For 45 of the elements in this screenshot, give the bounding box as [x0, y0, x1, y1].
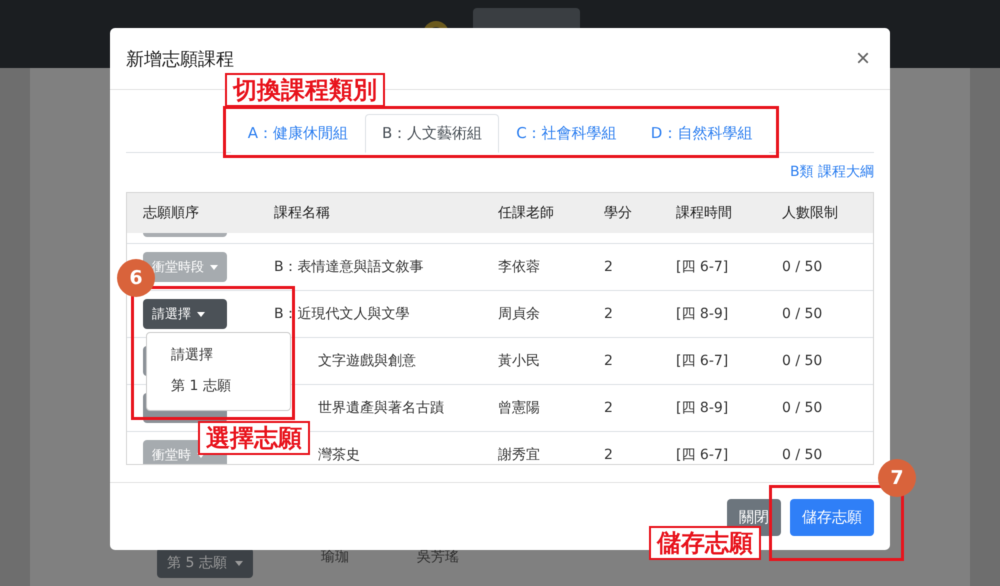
time-cell-text: [四 6-7]: [675, 258, 730, 276]
course-name: 灣茶史: [317, 446, 361, 464]
save-button[interactable]: 儲存志願: [790, 498, 874, 536]
credits-cell-text: 2: [603, 259, 614, 275]
menu-item[interactable]: 請選擇: [147, 339, 290, 370]
teacher-name: 周貞余: [497, 305, 541, 323]
credits-cell-text: 2: [603, 400, 614, 416]
limit-cell-text: 0 / 50: [781, 447, 824, 463]
course-name: B：近現代文人與文學: [273, 305, 411, 323]
teacher-name: 黃小民: [497, 352, 541, 370]
column-header: 課程名稱: [273, 204, 331, 222]
syllabus-link[interactable]: B類 課程大綱: [790, 163, 874, 181]
annotation-label: 儲存志願: [649, 526, 761, 560]
course-name: 瑜珈: [320, 548, 349, 566]
credits-cell-text: 2: [603, 306, 614, 322]
modal-title: 新增志願課程: [126, 48, 234, 70]
credits-cell-text: 2: [603, 447, 614, 463]
column-header: 課程時間: [675, 204, 733, 222]
time-cell-text: [四 6-7]: [675, 446, 730, 464]
menu-item[interactable]: 第 1 志願: [147, 370, 290, 401]
teacher-name: 吳芳瑤: [416, 548, 459, 566]
time-cell-text: [四 8-9]: [675, 399, 730, 417]
limit-cell-text: 0 / 50: [781, 353, 824, 369]
annotation-label: 切換課程類別: [225, 73, 385, 107]
teacher-name: 李依蓉: [497, 258, 541, 276]
limit-cell-text: 0 / 50: [781, 400, 824, 416]
course-name: 世界遺產與著名古蹟: [317, 399, 445, 417]
teacher-name: 曾憲陽: [497, 399, 541, 417]
annotation-label: 選擇志願: [198, 421, 310, 455]
dropdown-button[interactable]: 第 5 志願: [157, 548, 253, 578]
course-name: B：表情達意與語文敘事: [273, 258, 425, 276]
teacher-name: 謝秀宜: [497, 446, 541, 464]
limit-cell-text: 0 / 50: [781, 259, 824, 275]
limit-cell-text: 0 / 50: [781, 306, 824, 322]
time-cell-text: [四 8-9]: [675, 305, 730, 323]
column-header: 志願順序: [142, 204, 200, 222]
time-cell-text: [四 6-7]: [675, 352, 730, 370]
close-button[interactable]: ×: [852, 44, 874, 72]
course-name: 文字遊戲與創意: [317, 352, 417, 370]
dropdown-button[interactable]: 請選擇: [143, 299, 227, 329]
column-header: 學分: [603, 204, 633, 222]
column-header: 任課老師: [497, 204, 555, 222]
column-header: 人數限制: [781, 204, 839, 222]
credits-cell-text: 2: [603, 353, 614, 369]
category-tab[interactable]: B：人文藝術組: [364, 114, 500, 153]
